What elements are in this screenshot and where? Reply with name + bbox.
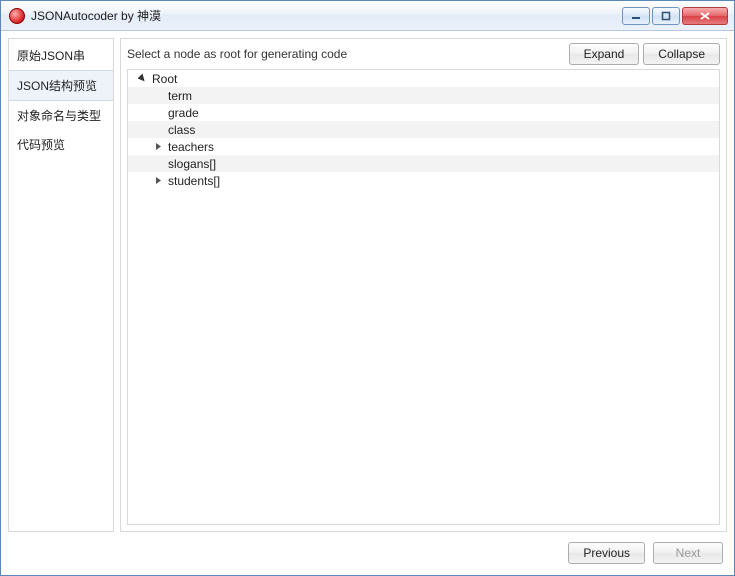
tree-node-label: term	[168, 89, 192, 103]
tree-row[interactable]: grade	[128, 104, 719, 121]
sidebar-item-1[interactable]: JSON结构预览	[9, 70, 113, 101]
close-button[interactable]	[682, 7, 728, 25]
footer-bar: Previous Next	[8, 532, 727, 568]
tree-row[interactable]: Root	[128, 70, 719, 87]
tree-row[interactable]: term	[128, 87, 719, 104]
next-button[interactable]: Next	[653, 542, 723, 564]
tree-node-label: Root	[152, 72, 177, 86]
window-title: JSONAutocoder by 神漠	[31, 7, 622, 24]
expand-button[interactable]: Expand	[569, 43, 640, 65]
minimize-icon	[631, 11, 641, 21]
tree-node-label: class	[168, 123, 195, 137]
sidebar-item-3[interactable]: 代码预览	[9, 130, 113, 159]
sidebar-item-label: 原始JSON串	[17, 49, 85, 63]
sidebar-item-label: 对象命名与类型	[17, 109, 101, 123]
sidebar-item-2[interactable]: 对象命名与类型	[9, 101, 113, 130]
close-icon	[699, 11, 711, 21]
chevron-down-icon[interactable]	[136, 73, 148, 85]
tree-row[interactable]: students[]	[128, 172, 719, 189]
hint-text: Select a node as root for generating cod…	[127, 47, 565, 61]
minimize-button[interactable]	[622, 7, 650, 25]
sidebar-item-label: JSON结构预览	[17, 79, 97, 93]
sidebar-item-label: 代码预览	[17, 138, 65, 152]
previous-button[interactable]: Previous	[568, 542, 645, 564]
app-icon	[9, 8, 25, 24]
chevron-right-icon[interactable]	[152, 141, 164, 153]
window-buttons	[622, 7, 728, 25]
maximize-icon	[661, 11, 671, 21]
content-panel: Select a node as root for generating cod…	[120, 38, 727, 532]
tree-node-label: slogans[]	[168, 157, 216, 171]
tree-node-label: teachers	[168, 140, 214, 154]
tree-node-label: grade	[168, 106, 199, 120]
tree-view[interactable]: Root term grade class teachers slogans[] stude…	[127, 69, 720, 525]
tree-node-label: students[]	[168, 174, 220, 188]
main-row: 原始JSON串 JSON结构预览对象命名与类型代码预览 Select a node…	[8, 38, 727, 532]
titlebar[interactable]: JSONAutocoder by 神漠	[1, 1, 734, 31]
content-header: Select a node as root for generating cod…	[121, 39, 726, 69]
sidebar-item-0[interactable]: 原始JSON串	[9, 41, 113, 70]
tree-indent-spacer	[152, 107, 164, 119]
collapse-button[interactable]: Collapse	[643, 43, 720, 65]
step-sidebar: 原始JSON串 JSON结构预览对象命名与类型代码预览	[8, 38, 114, 532]
client-area: 原始JSON串 JSON结构预览对象命名与类型代码预览 Select a node…	[1, 31, 734, 575]
tree-indent-spacer	[152, 124, 164, 136]
maximize-button[interactable]	[652, 7, 680, 25]
tree-row[interactable]: slogans[]	[128, 155, 719, 172]
chevron-right-icon[interactable]	[152, 175, 164, 187]
app-window: JSONAutocoder by 神漠 原始JSON串 JSON结构预览对象命名与…	[0, 0, 735, 576]
tree-indent-spacer	[152, 158, 164, 170]
tree-row[interactable]: class	[128, 121, 719, 138]
tree-row[interactable]: teachers	[128, 138, 719, 155]
tree-indent-spacer	[152, 90, 164, 102]
